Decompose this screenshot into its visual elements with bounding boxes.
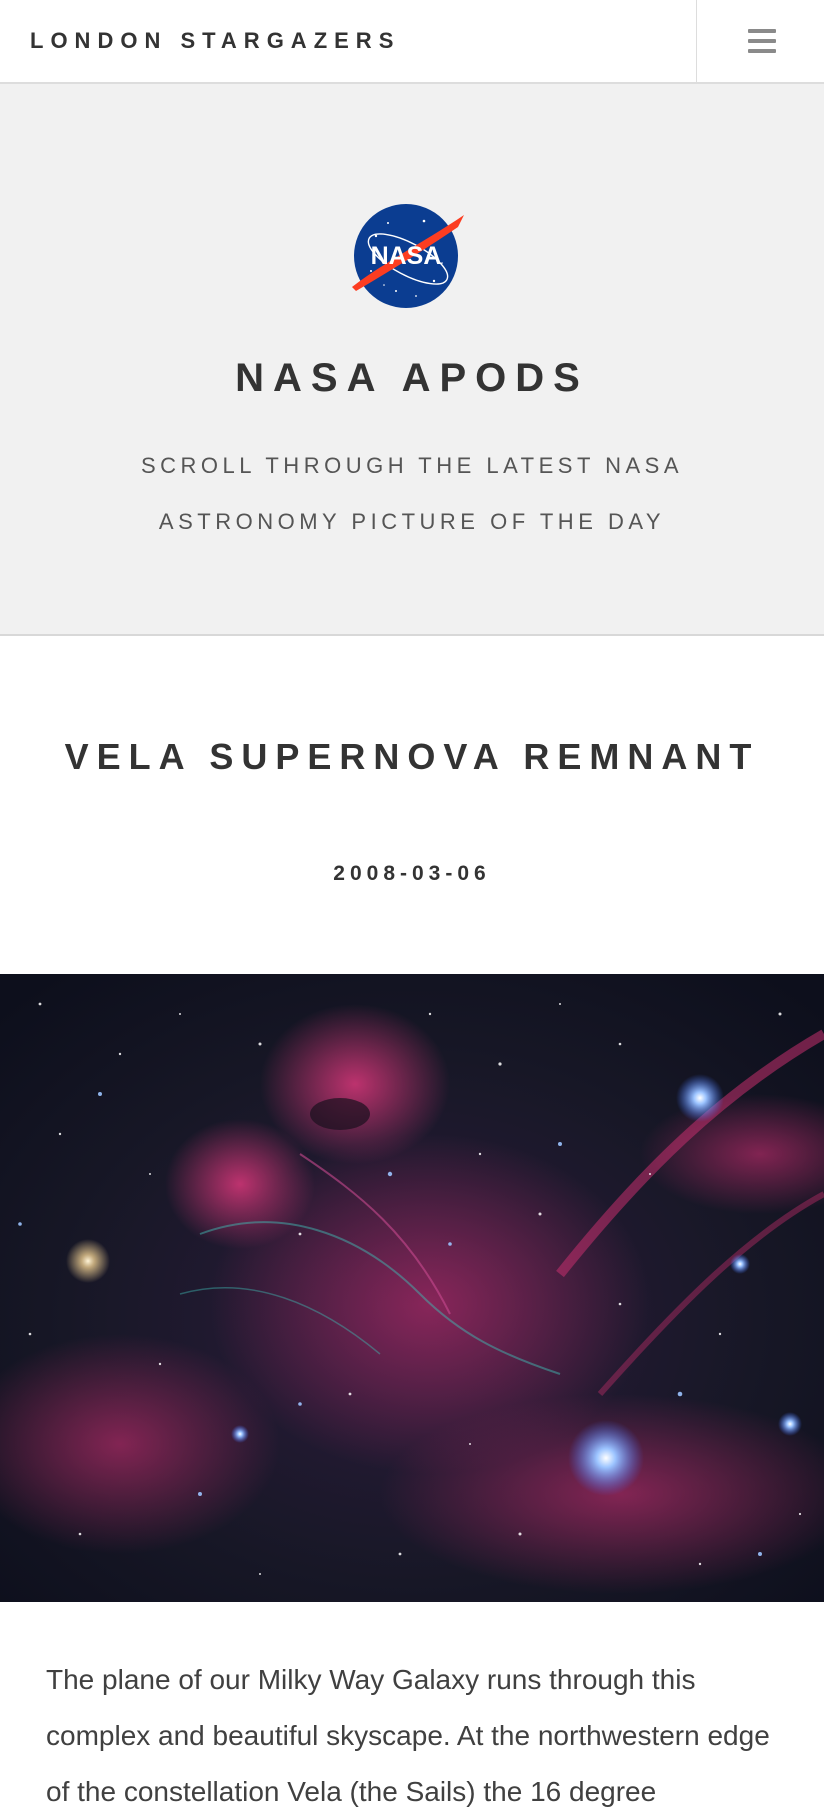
nasa-logo-icon: NASA	[352, 204, 464, 308]
hero-subtitle: SCROLL THROUGH THE LATEST NASA ASTRONOMY…	[140, 453, 684, 534]
hero-banner: NASA NASA APODS SCROLL THROUGH THE LATES…	[0, 84, 824, 636]
hamburger-menu-icon	[748, 29, 776, 53]
post-title: VELA SUPERNOVA REMNANT	[64, 736, 760, 777]
menu-toggle-button[interactable]	[696, 0, 824, 82]
top-navbar: LONDON STARGAZERS	[0, 0, 824, 84]
post-description: The plane of our Milky Way Galaxy runs t…	[46, 1664, 770, 1807]
hero-title: NASA APODS	[235, 356, 589, 400]
space-nebula-image[interactable]	[0, 974, 824, 1602]
post-date: 2008-03-06	[333, 862, 491, 885]
site-brand-link[interactable]: LONDON STARGAZERS	[30, 28, 400, 54]
svg-text:NASA: NASA	[371, 242, 442, 270]
